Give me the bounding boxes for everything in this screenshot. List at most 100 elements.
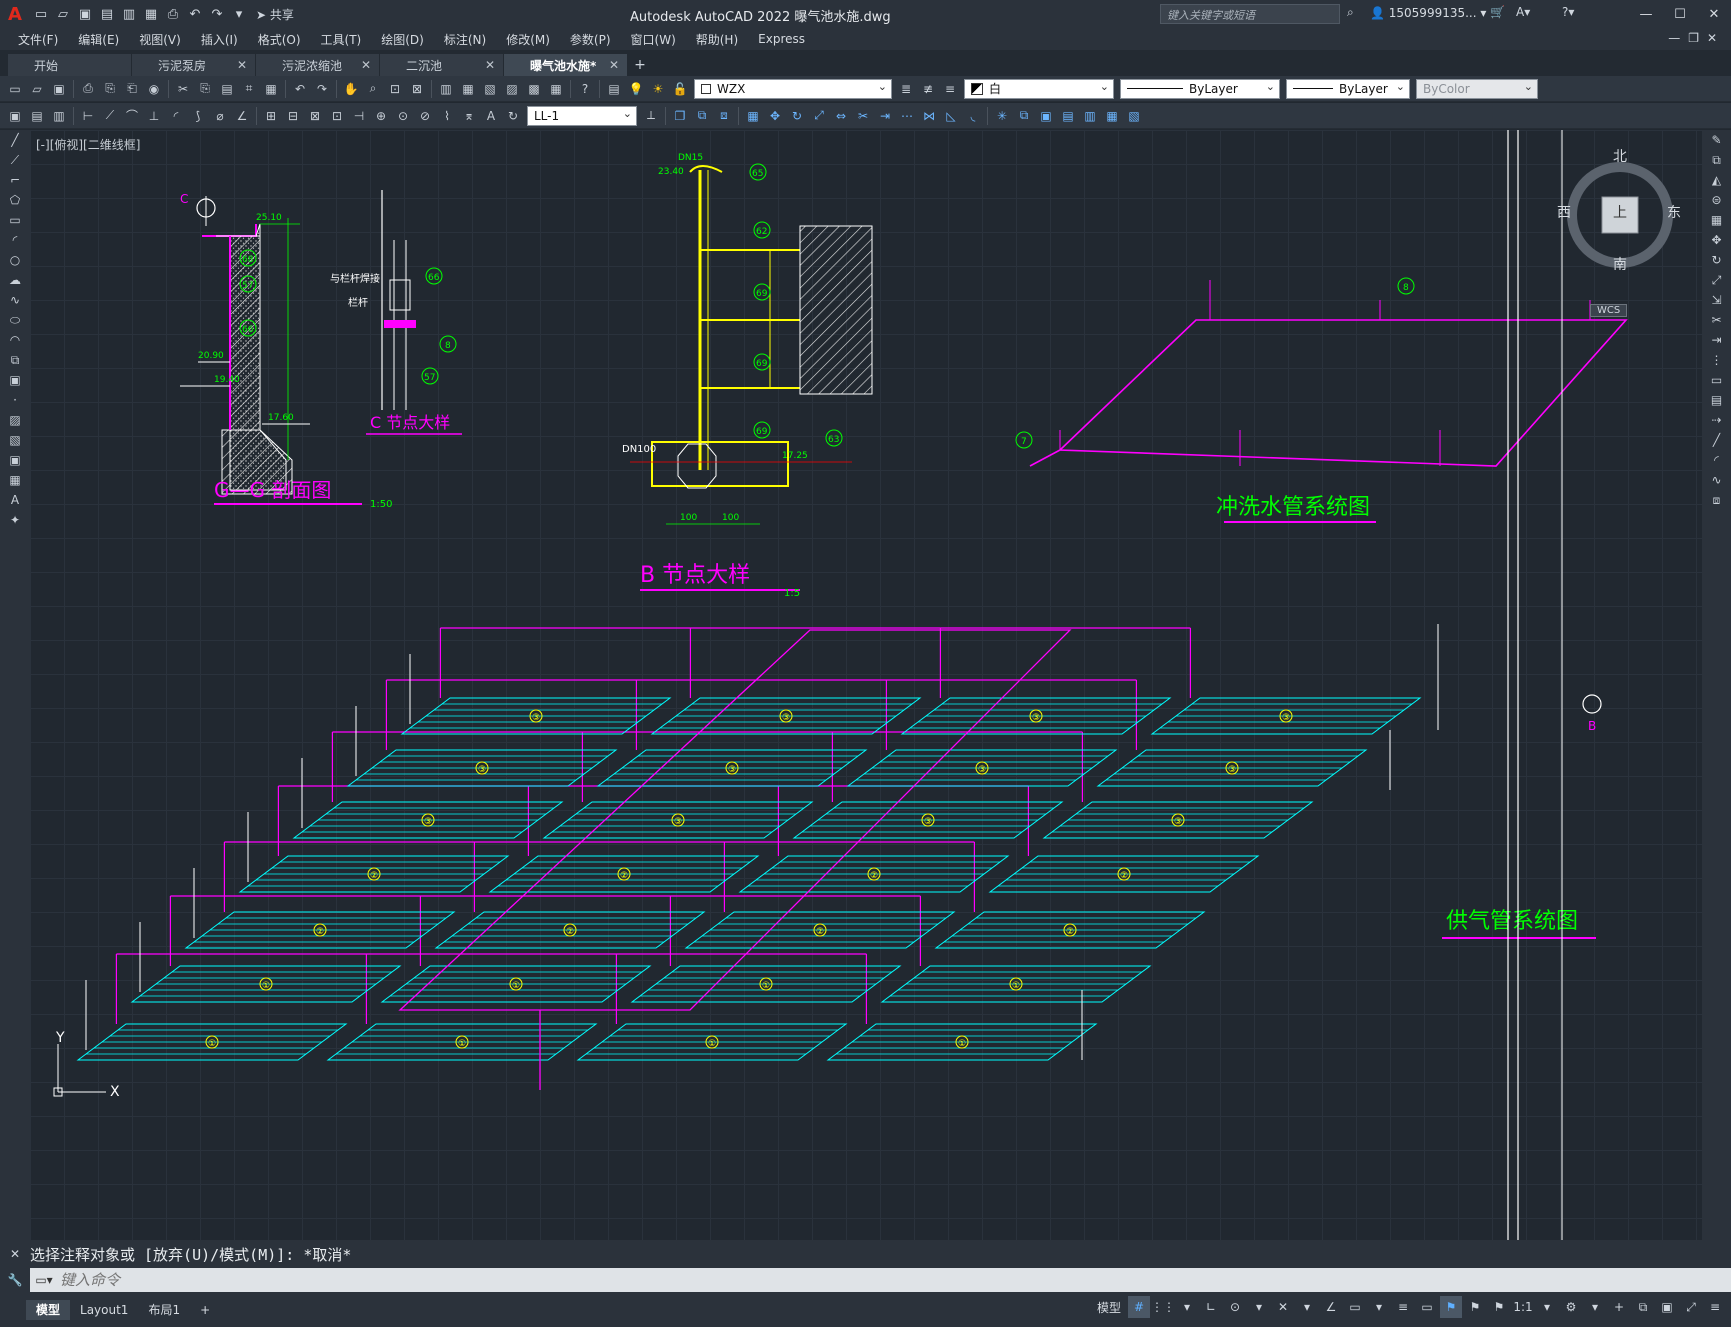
attribute-edit-icon[interactable]: ▧: [1124, 106, 1144, 126]
construction-line-icon[interactable]: ⟋: [0, 150, 30, 170]
autodesk-app-icon[interactable]: A▾: [1516, 5, 1530, 19]
tolerance-icon[interactable]: ⊕: [371, 106, 391, 126]
circle-icon[interactable]: ○: [0, 250, 30, 270]
menu-insert[interactable]: 插入(I): [191, 31, 248, 48]
quick-select-icon[interactable]: ▤: [27, 106, 47, 126]
group-icon[interactable]: ▣: [1036, 106, 1056, 126]
object-properties-icon[interactable]: ▣: [5, 106, 25, 126]
edit-text-icon[interactable]: ▦: [1102, 106, 1122, 126]
transparency-icon[interactable]: ▭: [1416, 1296, 1438, 1318]
save-as-icon[interactable]: ▤: [98, 6, 116, 22]
lineweight-dropdown[interactable]: ByLayer: [1286, 78, 1410, 99]
customize-wrench-icon[interactable]: 🔧: [0, 1268, 30, 1292]
new-tab-button[interactable]: +: [628, 54, 652, 76]
cut-icon[interactable]: ✂: [173, 79, 193, 99]
snap-icon[interactable]: ⋮⋮: [1151, 1296, 1175, 1318]
polyline-icon[interactable]: ⌐: [0, 170, 30, 190]
dim-break-icon[interactable]: ⊣: [349, 106, 369, 126]
tab-secondary-clarifier[interactable]: 二沉池 ✕: [380, 54, 504, 76]
plot-icon[interactable]: ⎙: [164, 6, 182, 22]
close-icon[interactable]: ✕: [485, 58, 495, 72]
object-snap-dropdown-icon[interactable]: ▾: [1368, 1296, 1390, 1318]
layer-properties-icon[interactable]: ▤: [604, 79, 624, 99]
open-icon[interactable]: ▱: [27, 79, 47, 99]
undo-icon[interactable]: ↶: [186, 6, 204, 22]
mirror-icon[interactable]: ⧉: [692, 106, 712, 126]
cart-icon[interactable]: 🛒: [1490, 5, 1505, 19]
fillet-icon[interactable]: ◟: [963, 106, 983, 126]
trim-icon[interactable]: ✂: [853, 106, 873, 126]
rotate-object-icon[interactable]: ↻: [1702, 250, 1731, 270]
save-icon[interactable]: ▣: [49, 79, 69, 99]
close-icon[interactable]: ✕: [609, 58, 619, 72]
array-icon[interactable]: ▦: [743, 106, 763, 126]
user-account[interactable]: 👤 1505999135... ▾: [1370, 6, 1486, 20]
aligned-dim-icon[interactable]: ⟋: [100, 106, 120, 126]
add-selected-icon[interactable]: ✦: [0, 510, 30, 530]
isodraft-dropdown-icon[interactable]: ▾: [1296, 1296, 1318, 1318]
explode-object-icon[interactable]: ∿: [1702, 470, 1731, 490]
ellipse-arc-icon[interactable]: ◠: [0, 330, 30, 350]
tool-palettes-icon[interactable]: ▧: [480, 79, 500, 99]
pan-icon[interactable]: ✋: [341, 79, 361, 99]
zoom-previous-icon[interactable]: ⊠: [407, 79, 427, 99]
baseline-dim-icon[interactable]: ⊟: [283, 106, 303, 126]
insert-block-icon[interactable]: ⧉: [0, 350, 30, 370]
center-mark-icon[interactable]: ⊙: [393, 106, 413, 126]
layout-tab-layout1[interactable]: Layout1: [70, 1300, 138, 1320]
open-file-icon[interactable]: ▱: [54, 6, 72, 22]
menu-format[interactable]: 格式(O): [248, 31, 311, 48]
new-file-icon[interactable]: ▭: [32, 6, 50, 22]
properties-icon[interactable]: ▥: [436, 79, 456, 99]
layer-previous-icon[interactable]: ≢: [918, 79, 938, 99]
match-properties-icon[interactable]: ⌗: [239, 79, 259, 99]
continue-dim-icon[interactable]: ⊠: [305, 106, 325, 126]
move-icon[interactable]: ✥: [765, 106, 785, 126]
auto-scale-icon[interactable]: ⚑: [1464, 1296, 1486, 1318]
layout-tab-model[interactable]: 模型: [26, 1299, 71, 1320]
dim-update-icon[interactable]: ↻: [503, 106, 523, 126]
make-block-icon[interactable]: ▣: [0, 370, 30, 390]
scale-object-icon[interactable]: ⤢: [1702, 270, 1731, 290]
jogged-linear-icon[interactable]: ⌇: [437, 106, 457, 126]
isodraft-icon[interactable]: ✕: [1272, 1296, 1294, 1318]
hatch-icon[interactable]: ▨: [0, 410, 30, 430]
hardware-acceleration-icon[interactable]: ▣: [1656, 1296, 1678, 1318]
copy-object-icon[interactable]: ⧉: [1702, 150, 1731, 170]
mtext-icon[interactable]: A: [0, 490, 30, 510]
close-icon[interactable]: ✕: [237, 58, 247, 72]
chamfer-icon[interactable]: ◺: [941, 106, 961, 126]
dim-edit-icon[interactable]: ⌆: [459, 106, 479, 126]
ellipse-icon[interactable]: ⬭: [0, 310, 30, 330]
save-web-icon[interactable]: ▦: [142, 6, 160, 22]
revision-cloud-icon[interactable]: ☁: [0, 270, 30, 290]
polar-icon[interactable]: ⊙: [1224, 1296, 1246, 1318]
annotation-scale-dropdown-icon[interactable]: ▾: [1536, 1296, 1558, 1318]
draworder-icon[interactable]: ⧉: [1014, 106, 1034, 126]
join-icon[interactable]: ⋈: [919, 106, 939, 126]
color-dropdown[interactable]: 白: [964, 78, 1114, 99]
menu-window[interactable]: 窗口(W): [621, 31, 686, 48]
polar-dropdown-icon[interactable]: ▾: [1248, 1296, 1270, 1318]
linear-dim-icon[interactable]: ⊢: [78, 106, 98, 126]
block-editor-icon[interactable]: ▦: [261, 79, 281, 99]
share-button[interactable]: ➤ 共享: [256, 6, 294, 23]
close-icon[interactable]: ✕: [361, 58, 371, 72]
drawing-canvas[interactable]: [-][俯视][二维线框] C 25.10 20.90 19.40 17.60 …: [30, 130, 1702, 1240]
menu-view[interactable]: 视图(V): [129, 31, 191, 48]
gear-icon[interactable]: ⚙: [1560, 1296, 1582, 1318]
search-icon[interactable]: ⌕: [1347, 5, 1354, 20]
line-icon[interactable]: ╱: [0, 130, 30, 150]
offset-icon[interactable]: ⧈: [714, 106, 734, 126]
blend-curves-icon[interactable]: ◜: [1702, 450, 1731, 470]
lineweight-icon[interactable]: ≡: [1392, 1296, 1414, 1318]
copy-tool-icon[interactable]: ❐: [670, 106, 690, 126]
new-icon[interactable]: ▭: [5, 79, 25, 99]
point-icon[interactable]: ·: [0, 390, 30, 410]
menu-parametric[interactable]: 参数(P): [560, 31, 621, 48]
menu-edit[interactable]: 编辑(E): [68, 31, 129, 48]
save-icon[interactable]: ▣: [76, 6, 94, 22]
arc-icon[interactable]: ◜: [0, 230, 30, 250]
region-icon[interactable]: ▣: [0, 450, 30, 470]
annotation-scale-icon[interactable]: ⚑: [1488, 1296, 1510, 1318]
